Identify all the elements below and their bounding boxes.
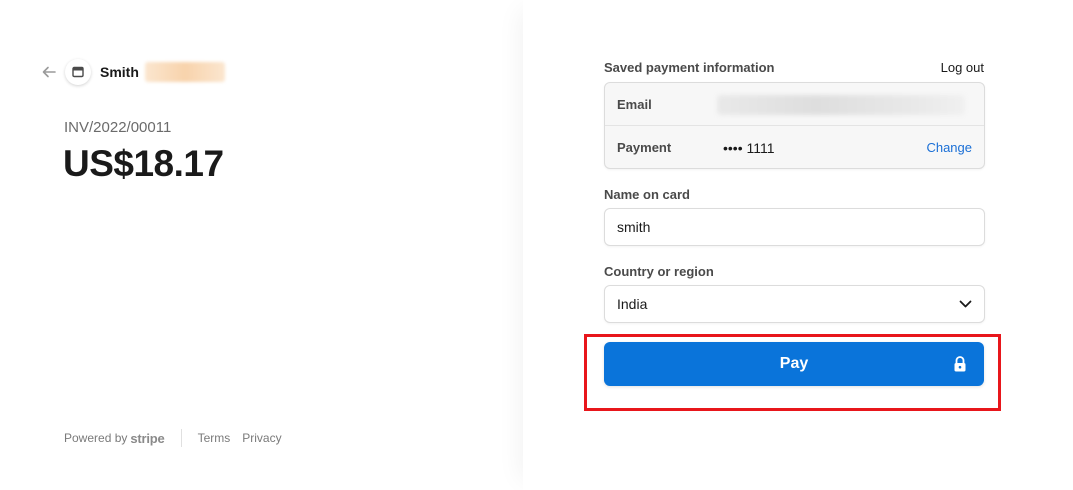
powered-by-label: Powered by bbox=[64, 431, 128, 445]
amount-due: US$18.17 bbox=[63, 143, 224, 184]
terms-link[interactable]: Terms bbox=[198, 431, 231, 445]
name-on-card-label: Name on card bbox=[604, 187, 690, 202]
country-select[interactable]: India bbox=[604, 285, 985, 323]
arrow-left-icon[interactable] bbox=[41, 64, 57, 80]
masked-card-number: •••• 1111 bbox=[723, 139, 775, 156]
privacy-link[interactable]: Privacy bbox=[242, 431, 281, 445]
footer-divider bbox=[180, 429, 182, 447]
email-label: Email bbox=[617, 96, 652, 112]
merchant-name: Smith bbox=[100, 64, 139, 80]
powered-by-stripe[interactable]: Powered by stripe bbox=[64, 431, 165, 446]
redacted-merchant-detail bbox=[144, 62, 225, 82]
store-icon bbox=[65, 59, 91, 85]
redacted-email bbox=[717, 95, 965, 115]
stripe-logo: stripe bbox=[130, 430, 165, 446]
merchant-header: Smith bbox=[41, 59, 225, 85]
saved-email-row: Email bbox=[605, 83, 984, 126]
invoice-number: INV/2022/00011 bbox=[64, 119, 172, 136]
footer: Powered by stripe Terms Privacy bbox=[64, 428, 294, 448]
lock-icon bbox=[952, 355, 968, 373]
pay-button-label: Pay bbox=[779, 355, 809, 372]
name-on-card-input[interactable] bbox=[604, 208, 985, 246]
logout-link[interactable]: Log out bbox=[941, 60, 984, 75]
saved-payment-row: Payment •••• 1111 Change bbox=[605, 126, 984, 169]
payment-label: Payment bbox=[617, 140, 672, 155]
pay-button[interactable]: Pay bbox=[604, 342, 984, 386]
chevron-down-icon bbox=[958, 297, 972, 311]
saved-payment-box: Email Payment •••• 1111 Change bbox=[604, 82, 985, 169]
saved-payment-header: Saved payment information Log out bbox=[604, 58, 984, 76]
country-selected-value: India bbox=[617, 296, 648, 312]
change-payment-link[interactable]: Change bbox=[926, 140, 972, 155]
country-label: Country or region bbox=[604, 264, 714, 279]
saved-payment-title: Saved payment information bbox=[604, 59, 775, 75]
